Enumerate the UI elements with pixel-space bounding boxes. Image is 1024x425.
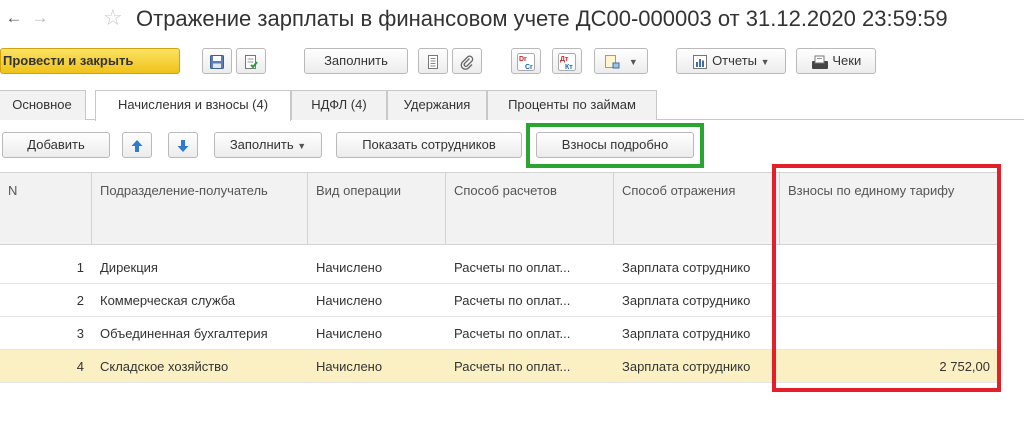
command-bar: Провести и закрыть Заполнить Dr Cr Дт Кт… — [0, 44, 1024, 78]
post-button[interactable] — [236, 48, 266, 74]
tab-main[interactable]: Основное — [0, 90, 86, 120]
settlement-cell: Расчеты по оплат... — [454, 260, 571, 275]
report-icon — [693, 54, 708, 69]
favorite-star-icon[interactable]: ☆ — [103, 6, 123, 30]
dr-cr-icon: Dr Cr — [517, 52, 535, 71]
highlight-box-contributions-column — [772, 164, 1001, 392]
svg-text:Cr: Cr — [525, 64, 533, 71]
highlight-box-contributions-detail — [526, 123, 704, 168]
svg-text:Кт: Кт — [565, 64, 573, 71]
row-number: 1 — [76, 260, 84, 275]
row-number: 2 — [76, 293, 84, 308]
row-number: 3 — [76, 326, 84, 341]
settlement-cell: Расчеты по оплат... — [454, 326, 571, 341]
attach-button[interactable] — [452, 48, 482, 74]
tab-ndfl[interactable]: НДФЛ (4) — [291, 90, 387, 120]
column-header-department[interactable]: Подразделение-получатель — [92, 173, 308, 245]
column-header-reflection-method[interactable]: Способ отражения — [614, 173, 780, 245]
back-arrow-icon[interactable]: ← — [4, 8, 24, 28]
dt-kt-icon: Дт Кт — [558, 52, 576, 71]
column-header-settlement-method[interactable]: Способ расчетов — [446, 173, 614, 245]
arrow-down-icon — [177, 139, 189, 152]
show-employees-button[interactable]: Показать сотрудников — [336, 132, 522, 158]
operation-cell: Начислено — [316, 260, 383, 275]
operation-cell: Начислено — [316, 326, 383, 341]
check-icon — [811, 55, 828, 69]
post-doc-icon — [245, 54, 258, 69]
department-cell: Дирекция — [100, 260, 158, 275]
tab-loan-interest[interactable]: Проценты по займам — [487, 90, 657, 120]
dt-kt-button[interactable]: Дт Кт — [552, 48, 582, 74]
tab-deductions[interactable]: Удержания — [387, 90, 487, 120]
row-number: 4 — [76, 359, 84, 374]
reflection-cell: Зарплата сотруднико — [622, 260, 751, 275]
svg-text:Dr: Dr — [519, 56, 527, 63]
dr-cr-button[interactable]: Dr Cr — [511, 48, 541, 74]
checks-label: Чеки — [832, 53, 862, 68]
reflection-cell: Зарплата сотруднико — [622, 359, 751, 374]
reports-button[interactable]: Отчеты ▼ — [676, 48, 786, 74]
arrow-up-icon — [131, 139, 143, 152]
table-toolbar: Добавить Заполнить ▼ Показать сотруднико… — [0, 128, 1024, 162]
paperclip-icon — [460, 55, 474, 70]
chevron-down-icon: ▼ — [297, 141, 307, 151]
department-cell: Объединенная бухгалтерия — [100, 326, 268, 341]
svg-text:Дт: Дт — [560, 56, 569, 63]
reflection-cell: Зарплата сотруднико — [622, 326, 751, 341]
document-icon — [428, 54, 438, 69]
fill-dropdown-button[interactable]: Заполнить ▼ — [214, 132, 322, 158]
column-header-operation-type[interactable]: Вид операции — [308, 173, 446, 245]
settlement-cell: Расчеты по оплат... — [454, 293, 571, 308]
reports-label: Отчеты — [712, 53, 757, 68]
tab-accruals-contributions[interactable]: Начисления и взносы (4) — [95, 90, 291, 121]
chevron-down-icon: ▼ — [628, 57, 638, 67]
column-header-n[interactable]: N — [0, 173, 92, 245]
fill-label: Заполнить — [229, 137, 294, 152]
tab-bar: Основное Начисления и взносы (4) НДФЛ (4… — [0, 90, 1024, 121]
operation-cell: Начислено — [316, 359, 383, 374]
fill-button[interactable]: Заполнить — [304, 48, 408, 74]
document-button[interactable] — [418, 48, 448, 74]
reflection-cell: Зарплата сотруднико — [622, 293, 751, 308]
operation-cell: Начислено — [316, 293, 383, 308]
save-icon — [210, 54, 224, 69]
title-bar: ← → ☆ Отражение зарплаты в финансовом уч… — [0, 0, 1024, 40]
chevron-down-icon: ▼ — [760, 57, 770, 67]
save-button[interactable] — [202, 48, 232, 74]
settlement-cell: Расчеты по оплат... — [454, 359, 571, 374]
add-button[interactable]: Добавить — [2, 132, 110, 158]
checks-button[interactable]: Чеки — [796, 48, 876, 74]
post-and-close-button[interactable]: Провести и закрыть — [0, 48, 180, 74]
window-title: Отражение зарплаты в финансовом учете ДС… — [136, 6, 948, 31]
department-cell: Складское хозяйство — [100, 359, 229, 374]
department-cell: Коммерческая служба — [100, 293, 236, 308]
move-down-button[interactable] — [168, 132, 198, 158]
move-up-button[interactable] — [122, 132, 152, 158]
forward-arrow-icon[interactable]: → — [30, 8, 50, 28]
create-based-on-button[interactable]: ▼ — [594, 48, 648, 74]
create-based-icon — [605, 54, 620, 69]
